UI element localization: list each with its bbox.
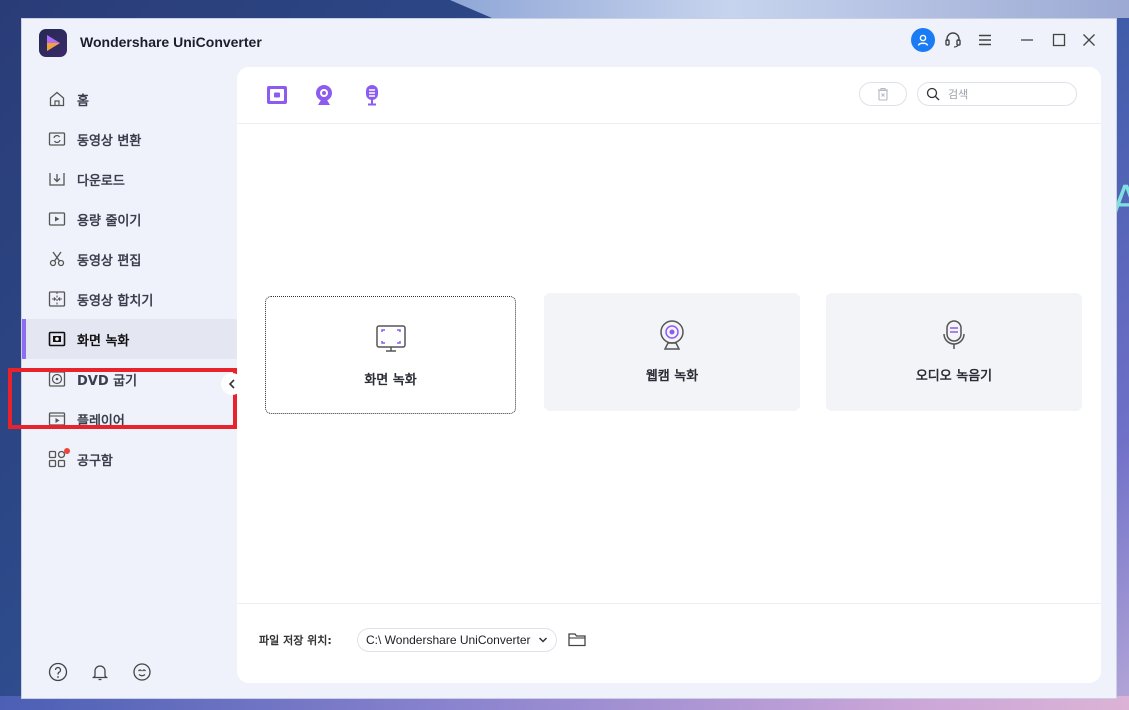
convert-icon bbox=[48, 130, 66, 148]
trash-icon bbox=[878, 87, 888, 101]
sidebar-item-label: 다운로드 bbox=[77, 173, 125, 189]
maximize-button[interactable] bbox=[1046, 27, 1072, 53]
microphone-icon bbox=[938, 319, 970, 351]
save-path-value: C:\ Wondershare UniConverter bbox=[366, 633, 531, 647]
chevron-left-icon bbox=[228, 379, 235, 389]
card-screen-record[interactable]: 화면 녹화 bbox=[265, 296, 516, 414]
dvd-icon bbox=[48, 370, 66, 388]
minimize-button[interactable] bbox=[1014, 27, 1040, 53]
sidebar-item-label: 동영상 변환 bbox=[77, 133, 142, 149]
support-button[interactable] bbox=[940, 27, 966, 53]
sidebar-item-label: 화면 녹화 bbox=[77, 333, 130, 349]
sidebar: 홈 동영상 변환 다운로드 용량 줄이기 동영상 편집 동영상 합치기 화면 녹… bbox=[8, 79, 237, 479]
sidebar-item-video-edit[interactable]: 동영상 편집 bbox=[22, 239, 237, 279]
delete-button[interactable] bbox=[859, 82, 907, 106]
search-input[interactable] bbox=[946, 86, 1060, 102]
sidebar-item-home[interactable]: 홈 bbox=[22, 79, 237, 119]
webcam-icon bbox=[656, 319, 688, 351]
sidebar-item-video-merge[interactable]: 동영상 합치기 bbox=[22, 279, 237, 319]
mic-tab-icon bbox=[366, 85, 378, 106]
player-icon bbox=[48, 410, 66, 428]
user-account-button[interactable] bbox=[910, 27, 936, 53]
search-icon bbox=[926, 87, 940, 101]
webcam-tab-icon bbox=[316, 85, 332, 105]
sidebar-item-compress[interactable]: 용량 줄이기 bbox=[22, 199, 237, 239]
screen-record-icon bbox=[48, 330, 66, 348]
bell-icon bbox=[91, 665, 109, 681]
main-panel: 화면 녹화 웹캠 녹화 오디오 녹음기 파일 저장 위치: C:\ Wonder… bbox=[237, 67, 1101, 683]
close-icon bbox=[1083, 34, 1095, 46]
menu-button[interactable] bbox=[972, 27, 998, 53]
sidebar-item-screen-record[interactable]: 화면 녹화 bbox=[22, 319, 237, 359]
screen-record-tab-icon bbox=[267, 86, 287, 104]
folder-icon bbox=[568, 633, 586, 647]
background-decoration-top bbox=[450, 0, 1129, 18]
toolbox-icon bbox=[48, 450, 66, 468]
notification-button[interactable] bbox=[90, 662, 110, 682]
sidebar-item-label: DVD 굽기 bbox=[77, 373, 138, 389]
save-location-label: 파일 저장 위치: bbox=[259, 634, 332, 647]
close-button[interactable] bbox=[1076, 27, 1102, 53]
merge-icon bbox=[48, 290, 66, 308]
open-folder-button[interactable] bbox=[567, 629, 587, 649]
save-path-dropdown[interactable]: C:\ Wondershare UniConverter bbox=[357, 628, 557, 652]
card-webcam-record[interactable]: 웹캠 녹화 bbox=[544, 293, 800, 411]
tab-screen-record[interactable] bbox=[265, 83, 289, 107]
home-icon bbox=[48, 90, 66, 108]
sidebar-item-label: 홈 bbox=[77, 93, 89, 109]
card-label: 화면 녹화 bbox=[364, 373, 417, 388]
chevron-down-icon bbox=[538, 636, 548, 644]
screen-record-icon bbox=[375, 323, 407, 355]
feedback-icon bbox=[133, 663, 151, 681]
sidebar-item-player[interactable]: 플레이어 bbox=[22, 399, 237, 439]
app-title: Wondershare UniConverter bbox=[80, 34, 262, 50]
sidebar-item-video-convert[interactable]: 동영상 변환 bbox=[22, 119, 237, 159]
compress-icon bbox=[48, 210, 66, 228]
sidebar-item-label: 플레이어 bbox=[77, 413, 125, 429]
help-button[interactable] bbox=[48, 662, 68, 682]
sidebar-item-dvd-burn[interactable]: DVD 굽기 bbox=[22, 359, 237, 399]
sidebar-item-label: 공구함 bbox=[77, 453, 113, 469]
menu-icon bbox=[979, 34, 991, 46]
title-bar: Wondershare UniConverter bbox=[22, 19, 1116, 63]
download-icon bbox=[48, 170, 66, 188]
card-label: 웹캠 녹화 bbox=[645, 369, 699, 384]
maximize-icon bbox=[1052, 33, 1066, 47]
app-logo-icon bbox=[39, 29, 67, 57]
tab-audio-record[interactable] bbox=[360, 83, 384, 107]
scissors-icon bbox=[48, 250, 66, 268]
card-audio-recorder[interactable]: 오디오 녹음기 bbox=[826, 293, 1082, 411]
minimize-icon bbox=[1021, 39, 1033, 41]
sidebar-item-download[interactable]: 다운로드 bbox=[22, 159, 237, 199]
notification-dot bbox=[64, 448, 70, 454]
card-label: 오디오 녹음기 bbox=[915, 369, 993, 384]
sidebar-item-label: 용량 줄이기 bbox=[77, 213, 142, 229]
help-icon bbox=[48, 662, 68, 682]
footer: 파일 저장 위치: C:\ Wondershare UniConverter bbox=[237, 603, 1101, 684]
user-icon bbox=[911, 28, 935, 52]
tab-webcam-record[interactable] bbox=[312, 83, 336, 107]
headset-icon bbox=[945, 32, 961, 48]
sidebar-item-toolbox[interactable]: 공구함 bbox=[22, 439, 237, 479]
app-window: Wondershare UniConverter 홈 동영상 변환 다운로드 용… bbox=[8, 18, 1117, 699]
sidebar-item-label: 동영상 합치기 bbox=[77, 293, 154, 309]
sidebar-bottom-icons bbox=[48, 662, 152, 682]
feedback-button[interactable] bbox=[132, 662, 152, 682]
search-box bbox=[917, 82, 1077, 106]
sidebar-item-label: 동영상 편집 bbox=[77, 253, 142, 269]
recorder-toolbar bbox=[237, 67, 1101, 124]
